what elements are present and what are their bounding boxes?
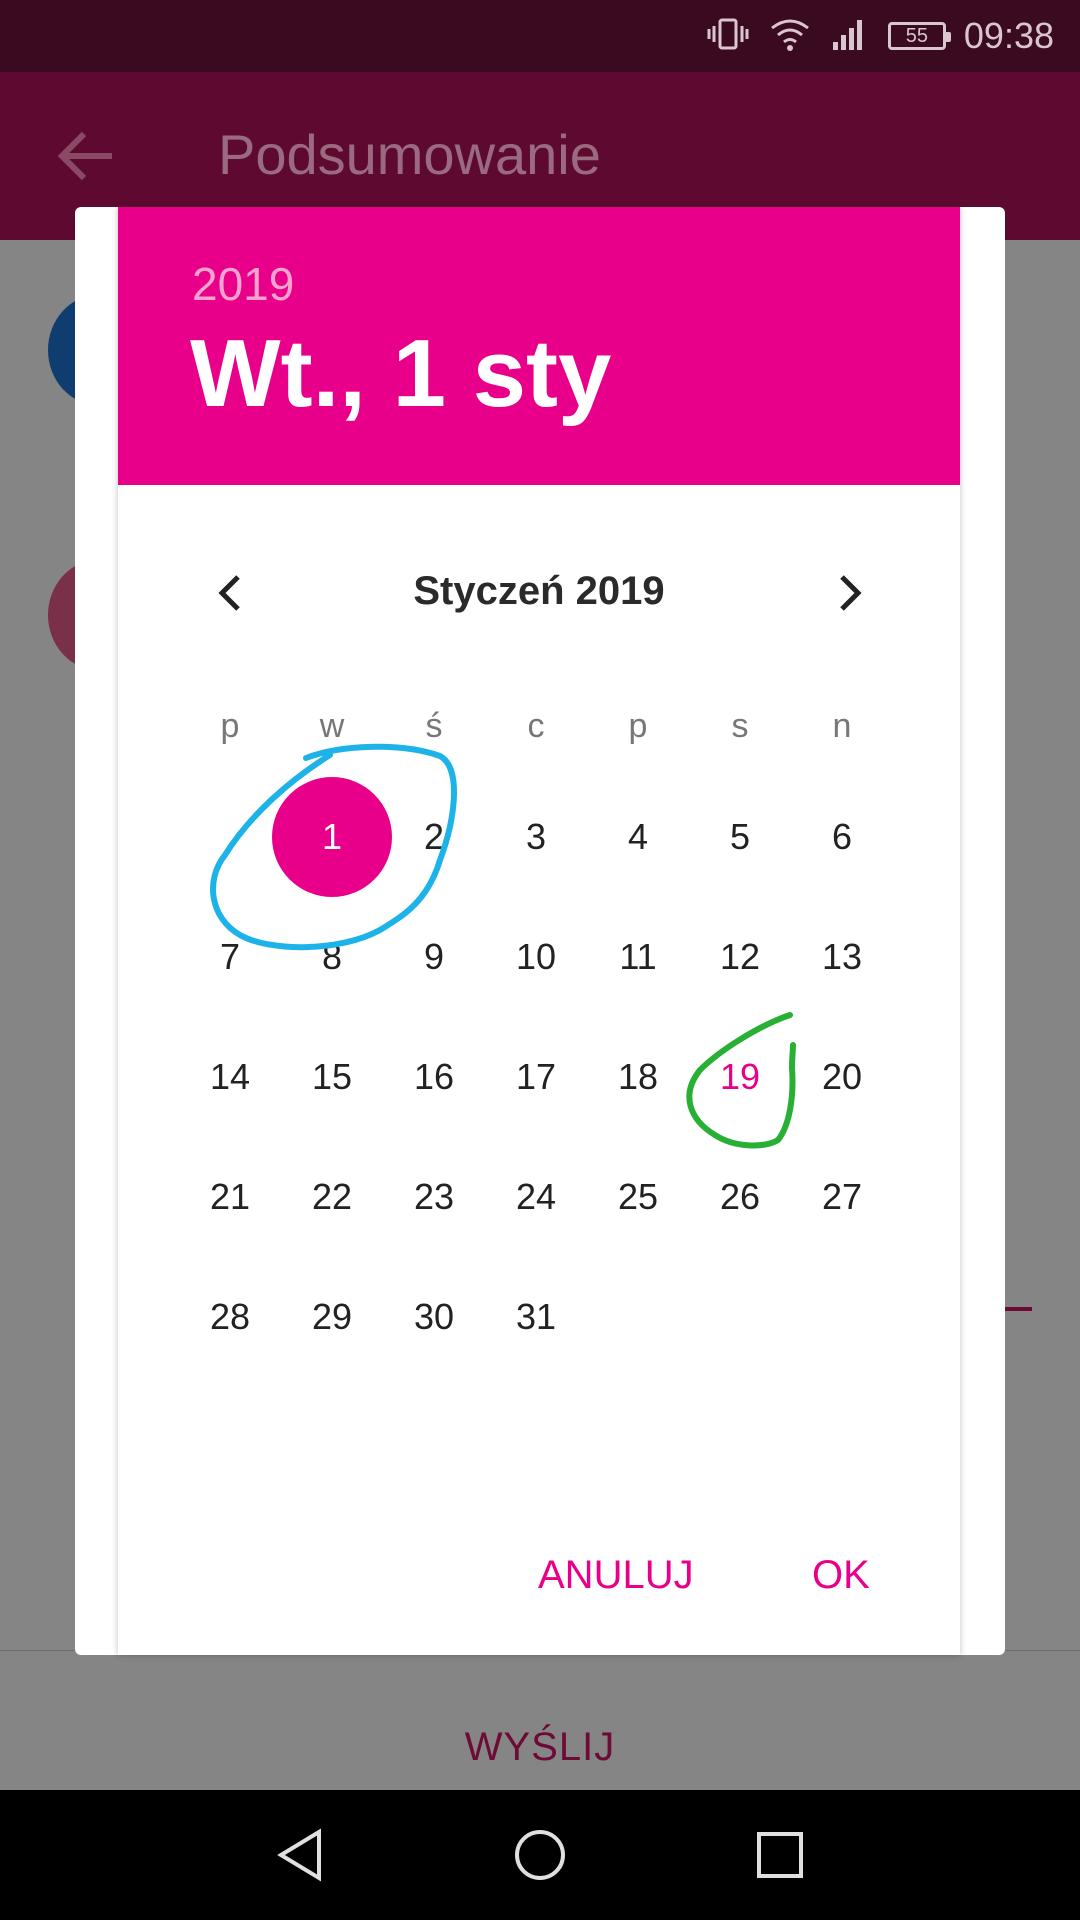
weekday-label: ś [425,707,443,745]
status-icons: 55 09:38 [706,0,1054,72]
recents-nav-icon[interactable] [720,1790,840,1920]
calendar-day[interactable]: 20 [791,1017,893,1137]
calendar-day[interactable]: 5 [689,777,791,897]
calendar-day[interactable]: 26 [689,1137,791,1257]
calendar-day[interactable]: 18 [587,1017,689,1137]
calendar-day[interactable]: 2 [383,777,485,897]
calendar-day[interactable]: 28 [179,1257,281,1377]
year-label[interactable]: 2019 [192,257,294,311]
weekday-label: w [319,707,345,745]
calendar-day[interactable]: 27 [791,1137,893,1257]
calendar-day[interactable]: 15 [281,1017,383,1137]
calendar-day[interactable]: 7 [179,897,281,1017]
signal-icon [830,14,870,59]
weekday-header: p w ś c p s n [118,707,960,767]
weekday-label: p [628,707,648,745]
calendar-day[interactable]: 29 [281,1257,383,1377]
home-nav-icon[interactable] [480,1790,600,1920]
calendar-day[interactable]: 4 [587,777,689,897]
weekday-label: s [731,707,749,745]
calendar-day[interactable]: 3 [485,777,587,897]
page-title: Podsumowanie [218,123,601,186]
calendar-day[interactable]: 9 [383,897,485,1017]
calendar-day[interactable]: 12 [689,897,791,1017]
calendar-day[interactable]: 25 [587,1137,689,1257]
send-button[interactable]: WYŚLIJ [0,1725,1080,1770]
calendar-day[interactable]: 6 [791,777,893,897]
vibrate-icon [706,14,750,59]
month-navigation: Styczeń 2019 [118,547,960,637]
navigation-bar [0,1790,1080,1920]
calendar-day[interactable]: 13 [791,897,893,1017]
weekday-label: n [832,707,852,745]
calendar-day[interactable]: 17 [485,1017,587,1137]
clock: 09:38 [963,15,1054,56]
weekday-label: p [220,707,240,745]
cancel-button[interactable]: ANULUJ [538,1553,694,1598]
screen: 55 09:38 Podsumowanie WYŚLIJ 2019 Wt., 1… [0,0,1080,1920]
calendar-grid: 1 2 3 4 5 6 7 8 9 10 11 12 13 14 15 16 1… [118,777,960,1377]
calendar-day[interactable]: 16 [383,1017,485,1137]
calendar-day[interactable]: 24 [485,1137,587,1257]
chevron-right-icon[interactable] [820,565,876,621]
status-bar: 55 09:38 [0,0,1080,72]
calendar-day-selected[interactable]: 1 [272,777,392,897]
dialog-actions: ANULUJ OK [118,1547,960,1627]
date-picker-header: 2019 Wt., 1 sty [118,207,960,485]
ok-button[interactable]: OK [812,1553,870,1598]
calendar-day[interactable]: 14 [179,1017,281,1137]
calendar-day[interactable]: 31 [485,1257,587,1377]
back-nav-icon[interactable] [240,1790,360,1920]
battery-icon: 55 [887,22,951,50]
calendar-day[interactable]: 8 [281,897,383,1017]
calendar-day[interactable]: 10 [485,897,587,1017]
calendar-day[interactable]: 23 [383,1137,485,1257]
calendar-day[interactable]: 11 [587,897,689,1017]
date-picker-dialog: 2019 Wt., 1 sty Styczeń 2019 p w ś c p s… [118,207,960,1655]
selected-date-label: Wt., 1 sty [190,320,612,427]
wifi-icon [768,14,812,59]
calendar-day-today[interactable]: 19 [689,1017,791,1137]
calendar-day[interactable]: 30 [383,1257,485,1377]
calendar-day[interactable]: 22 [281,1137,383,1257]
arrow-back-icon[interactable] [56,128,116,184]
calendar-day[interactable]: 21 [179,1137,281,1257]
weekday-label: c [527,707,545,745]
